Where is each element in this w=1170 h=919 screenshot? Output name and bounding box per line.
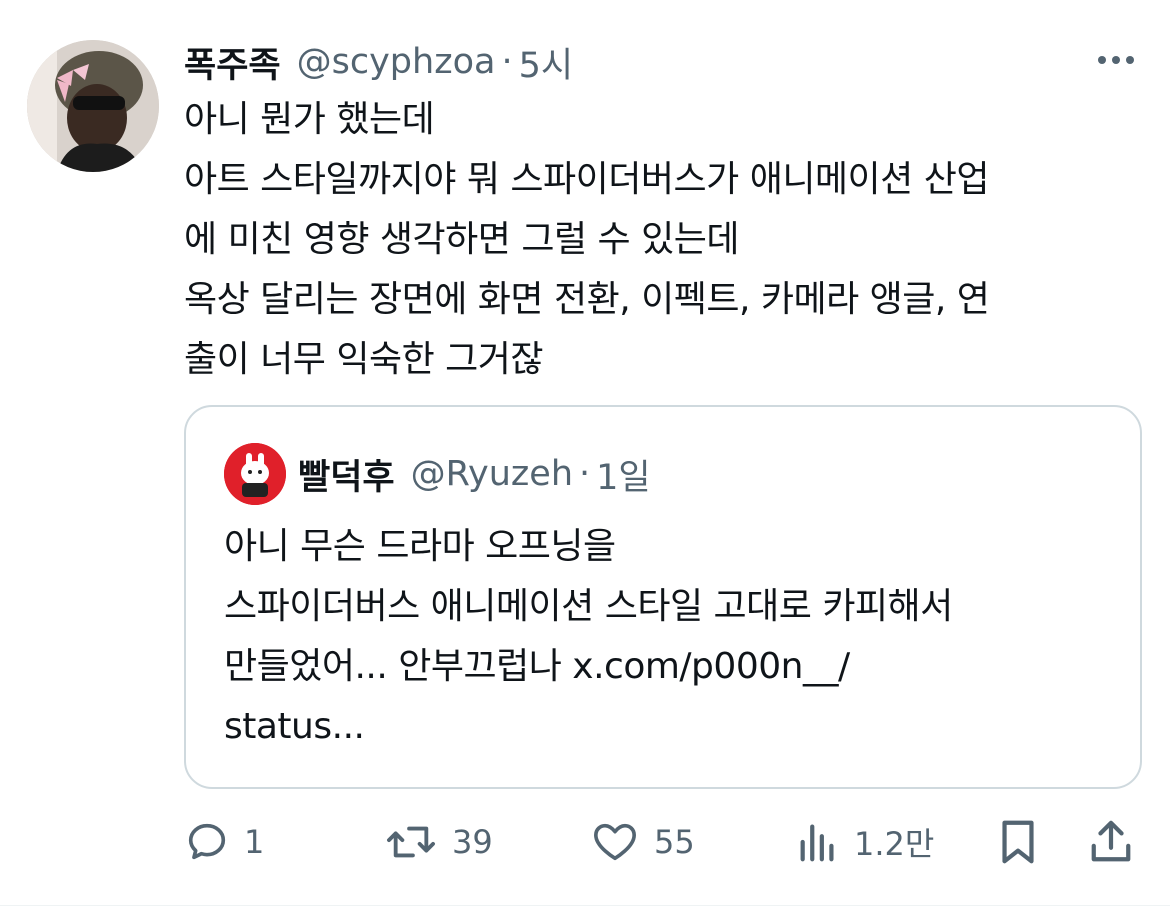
reply-count: 1 [244, 823, 265, 861]
like-count: 55 [654, 823, 695, 861]
share-button[interactable] [1088, 812, 1134, 872]
view-count: 1.2만 [854, 825, 935, 863]
bookmark-icon [1002, 820, 1034, 864]
quoted-tweet-header: 빨덕후 @Ryuzeh · 1일 [298, 449, 651, 499]
tweet-header: 폭주족 @scyphzoa · 5시 [184, 38, 573, 86]
separator-dot: · [501, 42, 513, 82]
like-button[interactable]: 55 [590, 812, 695, 872]
retweet-count: 39 [452, 823, 493, 861]
retweet-icon [387, 826, 435, 858]
quoted-author-handle: @Ryuzeh [410, 454, 573, 494]
author-avatar[interactable] [27, 40, 159, 172]
reply-button[interactable]: 1 [184, 812, 264, 872]
quoted-tweet-text: 아니 무슨 드라마 오프닝을 스파이더버스 애니메이션 스타일 고대로 카피해서… [224, 526, 953, 747]
quoted-separator-dot: · [579, 454, 591, 494]
author-handle[interactable]: @scyphzoa [297, 42, 496, 82]
heart-icon [594, 823, 636, 861]
views-chart-icon [800, 824, 834, 862]
views-button[interactable]: 1.2만 [796, 812, 934, 872]
reply-icon [188, 823, 226, 860]
divider [0, 905, 1170, 906]
author-display-name[interactable]: 폭주족 [184, 37, 281, 88]
tweet-text: 아니 뭔가 했는데 아트 스타일까지야 뭐 스파이더버스가 애니메이션 산업 에… [184, 99, 990, 380]
quoted-author-avatar[interactable] [224, 443, 286, 505]
quoted-tweet-timestamp: 1일 [596, 457, 651, 498]
quoted-tweet-card[interactable]: 빨덕후 @Ryuzeh · 1일 아니 무슨 드라마 오프닝을 스파이더버스 애… [184, 405, 1142, 789]
more-options-button[interactable] [1094, 50, 1138, 70]
tweet: 폭주족 @scyphzoa · 5시 아니 뭔가 했는데 아트 스타일까지야 뭐… [0, 0, 1170, 919]
tweet-timestamp[interactable]: 5시 [519, 37, 573, 88]
retweet-button[interactable]: 39 [384, 812, 493, 872]
bookmark-button[interactable] [996, 812, 1040, 872]
quoted-author-display-name: 빨덕후 [298, 457, 395, 498]
share-icon [1091, 820, 1131, 862]
more-horizontal-icon [1098, 56, 1134, 64]
tweet-actions-bar: 1 39 55 1.2만 [184, 812, 1144, 872]
